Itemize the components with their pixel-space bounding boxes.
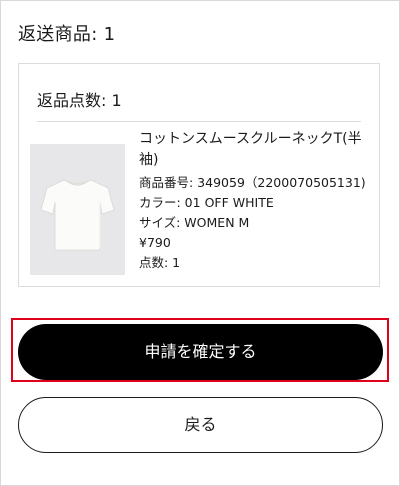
product-info: コットンスムースクルーネックT(半袖) 商品番号: 349059（2200070… bbox=[139, 129, 375, 273]
return-items-title: 返送商品: 1 bbox=[18, 24, 116, 45]
back-button[interactable]: 戻る bbox=[18, 397, 383, 453]
product-name: コットンスムースクルーネックT(半袖) bbox=[139, 131, 362, 168]
product-color: カラー: 01 OFF WHITE bbox=[139, 195, 274, 210]
product-number: 商品番号: 349059（2200070505131) bbox=[139, 175, 366, 190]
return-item-card: 返品点数: 1 コットンスムースクルーネックT(半袖) 商品番号: 349059… bbox=[18, 63, 380, 287]
white-tshirt-image bbox=[30, 144, 125, 275]
product-size: サイズ: WOMEN M bbox=[139, 215, 250, 230]
product-quantity: 点数: 1 bbox=[139, 255, 181, 270]
confirm-request-button[interactable]: 申請を確定する bbox=[18, 324, 383, 380]
card-divider bbox=[37, 121, 361, 122]
product-price: ¥790 bbox=[139, 235, 171, 250]
product-image bbox=[30, 144, 125, 275]
return-count-label: 返品点数: 1 bbox=[37, 91, 122, 110]
